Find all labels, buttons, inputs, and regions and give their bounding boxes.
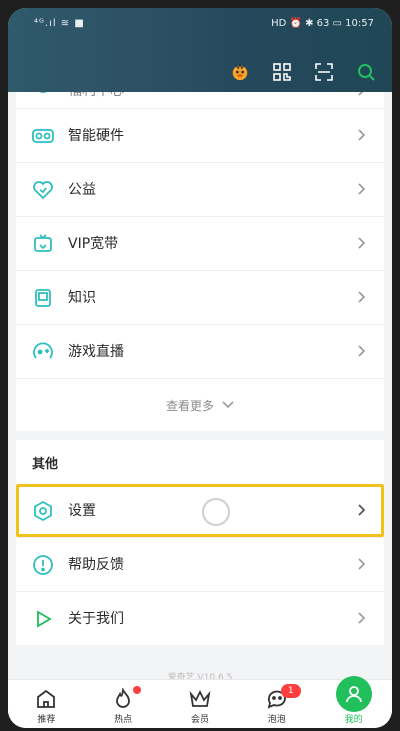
tab-vip[interactable]: 会员 [162, 680, 238, 728]
gift-icon [32, 92, 54, 102]
menu-item-label: 公益 [68, 182, 96, 198]
play-icon [32, 608, 54, 630]
section-title-other: 其他 [32, 456, 59, 472]
menu-row-partial[interactable]: 福利中心 [16, 92, 384, 109]
app-header: ⁴ᴳ.ıl ≋ ■ HD ⏰ ✱ 63 ▭ 10:57 [8, 8, 392, 92]
search-icon[interactable] [356, 62, 376, 82]
content-area: 福利中心 智能硬件 [8, 92, 392, 688]
tab-bubble[interactable]: 1 泡泡 [239, 680, 315, 728]
status-left: ⁴ᴳ.ıl ≋ ■ [34, 18, 85, 29]
menu-item-smart-hardware[interactable]: 智能硬件 [16, 109, 384, 163]
tv-icon [32, 233, 54, 255]
chevron-right-icon [354, 341, 368, 361]
other-card: 其他 设置 帮助反馈 关于我们 [16, 440, 384, 645]
flame-icon [111, 687, 135, 710]
duck-avatar-icon[interactable] [230, 62, 250, 82]
heart-icon [32, 179, 54, 201]
tab-label: 推荐 [37, 715, 56, 725]
services-card: 福利中心 智能硬件 [16, 92, 384, 431]
chevron-right-icon [354, 500, 368, 520]
qr-code-icon[interactable] [272, 62, 292, 82]
tab-label: 会员 [190, 715, 209, 725]
book-icon [32, 287, 54, 309]
phone-screen: ⁴ᴳ.ıl ≋ ■ HD ⏰ ✱ 63 ▭ 10:57 智能硬件 公益 VIP宽… [8, 8, 392, 728]
tab-hot[interactable]: 热点 [85, 680, 161, 728]
scan-icon[interactable] [314, 62, 334, 82]
view-more-button[interactable]: 查看更多 [16, 379, 384, 431]
tab-label: 热点 [114, 715, 133, 725]
user-icon [335, 676, 372, 712]
menu-item-help-feedback[interactable]: 帮助反馈 [16, 538, 384, 592]
menu-item-knowledge[interactable]: 知识 [16, 271, 384, 325]
chevron-right-icon [354, 287, 368, 307]
tab-recommend[interactable]: 推荐 [8, 680, 84, 728]
menu-item-charity[interactable]: 公益 [16, 163, 384, 217]
menu-item-vip-broadband[interactable]: VIP宽带 [16, 217, 384, 271]
chevron-down-icon [222, 398, 234, 412]
help-icon [32, 554, 54, 576]
status-bar: ⁴ᴳ.ıl ≋ ■ HD ⏰ ✱ 63 ▭ 10:57 [8, 8, 392, 38]
vr-glasses-icon [32, 125, 54, 147]
menu-item-label: 关于我们 [68, 611, 124, 627]
menu-item-settings[interactable]: 设置 [16, 484, 384, 538]
home-icon [34, 688, 58, 710]
header-actions [230, 62, 376, 82]
chevron-right-icon [354, 179, 368, 199]
menu-item-label: 设置 [68, 503, 96, 519]
badge-dot [133, 686, 142, 694]
chevron-right-icon [354, 554, 368, 574]
settings-hexagon-icon [32, 500, 54, 522]
status-right: HD ⏰ ✱ 63 ▭ 10:57 [271, 18, 374, 29]
menu-item-label: 知识 [68, 290, 96, 306]
touch-indicator [202, 498, 230, 526]
tab-label: 泡泡 [267, 715, 286, 725]
menu-item-label: 帮助反馈 [68, 557, 124, 573]
bottom-tab-bar: 推荐 热点 会员 1 泡泡 我的 [8, 676, 392, 728]
crown-icon [188, 688, 212, 710]
chevron-right-icon [354, 608, 368, 628]
chevron-right-icon [354, 233, 368, 253]
gamepad-icon [32, 341, 54, 363]
tab-label: 我的 [344, 715, 363, 725]
menu-item-label: 智能硬件 [68, 128, 124, 144]
menu-item-label: 福利中心 [68, 92, 124, 100]
view-more-label: 查看更多 [165, 398, 214, 413]
chevron-right-icon [354, 92, 368, 100]
menu-item-game-live[interactable]: 游戏直播 [16, 325, 384, 379]
tab-mine[interactable]: 我的 [316, 676, 392, 728]
chevron-right-icon [354, 125, 368, 145]
menu-item-label: 游戏直播 [68, 344, 124, 360]
menu-item-label: VIP宽带 [68, 236, 119, 252]
badge-count: 1 [280, 684, 301, 698]
menu-item-about-us[interactable]: 关于我们 [16, 592, 384, 645]
